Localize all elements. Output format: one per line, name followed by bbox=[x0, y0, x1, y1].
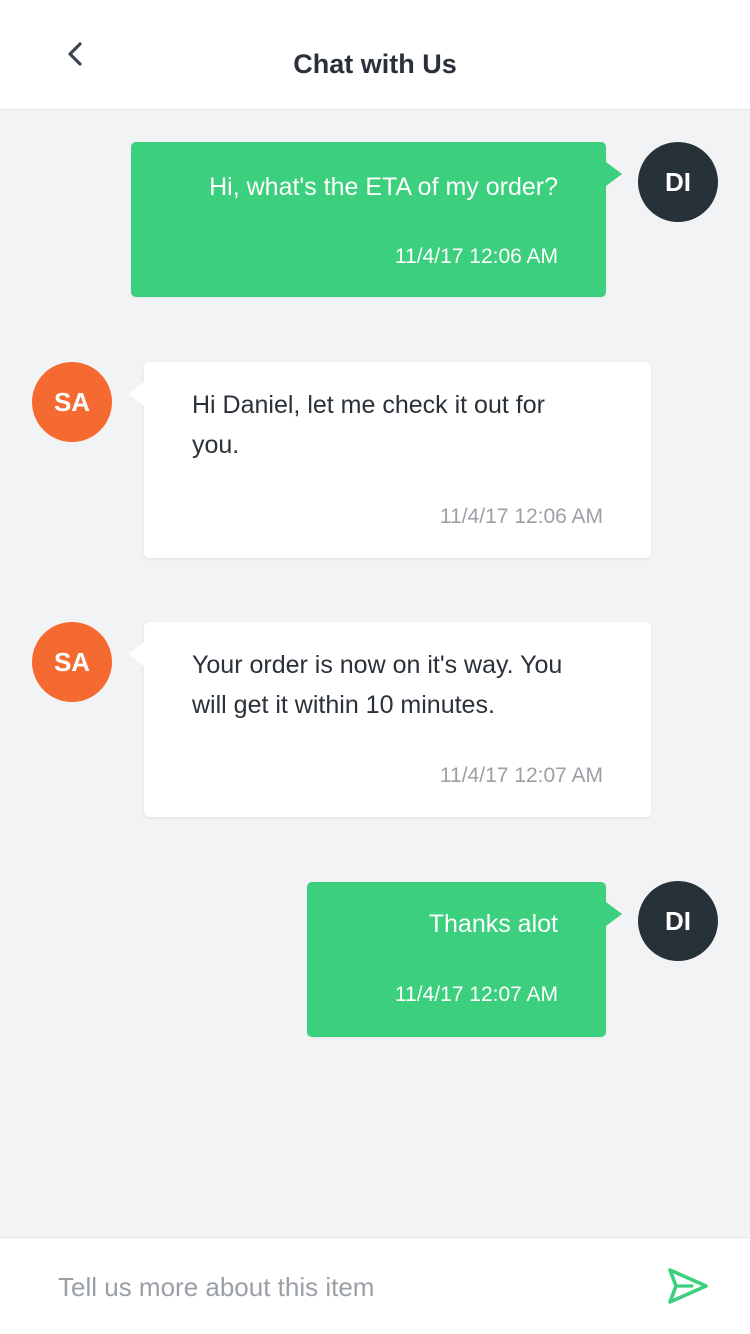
message-text: Thanks alot bbox=[428, 910, 558, 938]
message-text-line: Hi Daniel, let me check it out for bbox=[192, 391, 545, 419]
message-bubble: Hi Daniel, let me check it out for you. … bbox=[128, 362, 651, 558]
message-composer bbox=[0, 1237, 750, 1334]
message-text-line: will get it within 10 minutes. bbox=[192, 691, 495, 719]
send-button[interactable] bbox=[662, 1264, 712, 1310]
message-text-line: Your order is now on it's way. You bbox=[192, 651, 563, 679]
message-bubble: Thanks alot 11/4/17 12:07 AM bbox=[307, 882, 622, 1037]
message-timestamp: 11/4/17 12:07 AM bbox=[439, 764, 603, 787]
message-timestamp: 11/4/17 12:06 AM bbox=[439, 505, 603, 528]
message-timestamp: 11/4/17 12:07 AM bbox=[394, 983, 558, 1006]
message-input[interactable] bbox=[58, 1262, 618, 1312]
avatar: SA bbox=[32, 362, 112, 442]
message-bubble: Hi, what's the ETA of my order? 11/4/17 … bbox=[131, 142, 622, 297]
header-bar: Chat with Us bbox=[0, 0, 750, 110]
avatar: SA bbox=[32, 622, 112, 702]
avatar: DI bbox=[638, 142, 718, 222]
message-text: Hi, what's the ETA of my order? bbox=[209, 173, 558, 201]
message-bubble: Your order is now on it's way. You will … bbox=[128, 622, 651, 817]
message-text: Your order is now on it's way. You will … bbox=[192, 645, 562, 725]
send-icon bbox=[668, 1268, 708, 1304]
avatar: DI bbox=[638, 881, 718, 961]
page-title: Chat with Us bbox=[293, 49, 457, 79]
message-text-line: you. bbox=[192, 431, 240, 459]
message-text: Hi Daniel, let me check it out for you. bbox=[192, 385, 545, 465]
message-timestamp: 11/4/17 12:06 AM bbox=[394, 245, 558, 268]
